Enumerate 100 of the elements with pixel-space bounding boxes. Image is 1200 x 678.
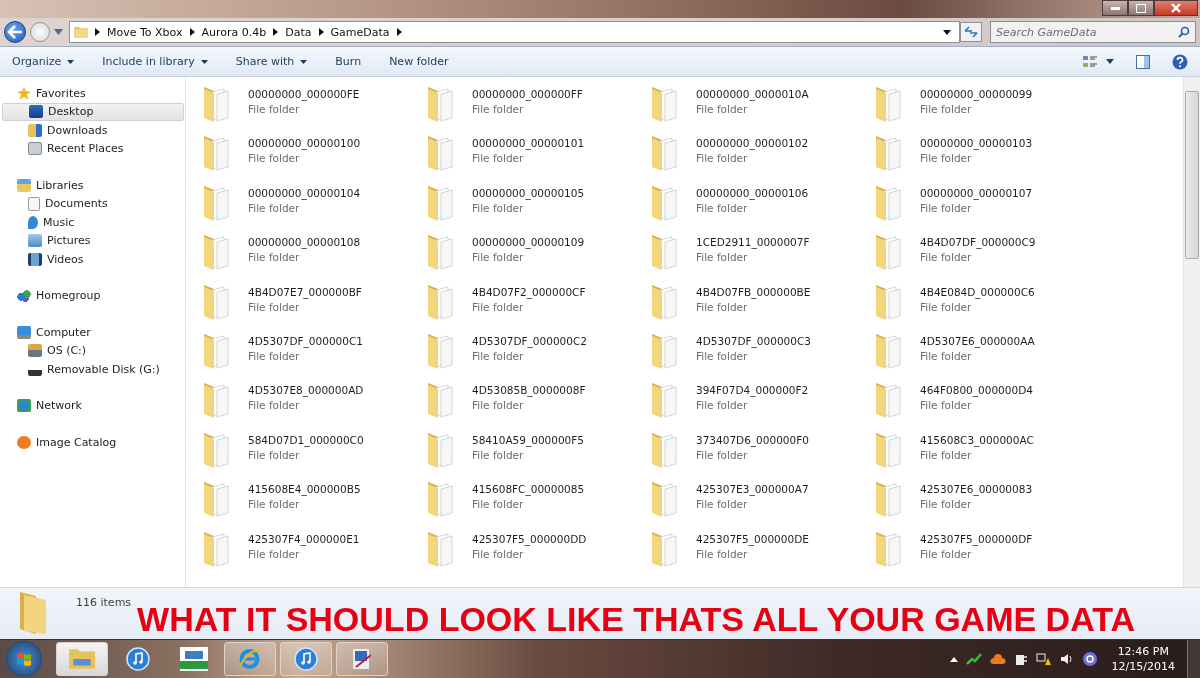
folder-name[interactable]: 373407D6_000000F0: [696, 433, 809, 446]
folder-name[interactable]: 415608C3_000000AC: [920, 433, 1034, 446]
folder-icon: [652, 482, 677, 518]
tray-icon[interactable]: [1081, 651, 1098, 667]
power-icon[interactable]: [1013, 652, 1028, 666]
folder-name[interactable]: 4B4D07F2_000000CF: [472, 285, 586, 298]
breadcrumb[interactable]: Aurora 0.4b: [201, 25, 267, 39]
nav-item[interactable]: Homegroup: [0, 286, 185, 305]
nav-item[interactable]: OS (C:): [2, 341, 185, 360]
folder-name[interactable]: 4D5307DF_000000C3: [696, 334, 811, 347]
dropdown-icon[interactable]: [943, 29, 951, 35]
toolbar-button[interactable]: Include in library: [96, 52, 214, 71]
folder-name[interactable]: 00000000_00000106: [696, 186, 809, 199]
folder-name[interactable]: 00000000_00000105: [472, 186, 585, 199]
search-field[interactable]: Search GameData: [990, 21, 1196, 43]
toolbar-button[interactable]: New folder: [383, 52, 455, 71]
chevron-icon[interactable]: [273, 28, 279, 36]
nav-item[interactable]: Image Catalog: [0, 433, 185, 452]
folder-name[interactable]: 00000000_00000103: [920, 137, 1033, 150]
back-button[interactable]: [4, 21, 26, 43]
folder-name[interactable]: 425307F5_000000DF: [920, 532, 1033, 545]
taskbar-app[interactable]: [336, 642, 388, 676]
scrollbar[interactable]: [1183, 77, 1200, 587]
nav-item[interactable]: Libraries: [0, 176, 185, 195]
start-button[interactable]: [6, 641, 42, 677]
folder-icon: [428, 87, 453, 122]
breadcrumb[interactable]: Data: [285, 25, 312, 39]
folder-name[interactable]: 4D5307E6_000000AA: [920, 334, 1035, 347]
dropdown-icon[interactable]: [1106, 59, 1114, 64]
folder-name[interactable]: 00000000_00000107: [920, 186, 1033, 199]
address-bar[interactable]: Move To Xbox Aurora 0.4b Data GameData: [69, 21, 960, 43]
close-button[interactable]: [1154, 0, 1198, 16]
refresh-button[interactable]: [960, 22, 982, 42]
nav-item[interactable]: Documents: [2, 194, 185, 213]
show-hidden-icons-icon[interactable]: [949, 656, 958, 662]
folder-name[interactable]: 00000000_00000108: [248, 236, 361, 249]
nav-item[interactable]: Videos: [2, 250, 185, 269]
nav-item[interactable]: Desktop: [2, 102, 184, 121]
folder-name[interactable]: 4B4D07DF_000000C9: [920, 236, 1036, 249]
view-options-icon[interactable]: [1082, 54, 1098, 69]
folder-name[interactable]: 4D53085B_0000008F: [472, 384, 586, 397]
folder-name[interactable]: 00000000_00000104: [248, 186, 361, 199]
folder-name[interactable]: 00000000_00000100: [248, 137, 361, 150]
tray-icon[interactable]: [965, 652, 982, 666]
chevron-icon[interactable]: [318, 28, 324, 36]
folder-name[interactable]: 425307E6_00000083: [920, 483, 1033, 496]
folder-name[interactable]: 425307E3_000000A7: [696, 483, 809, 496]
show-desktop-button[interactable]: [1187, 640, 1200, 678]
toolbar-button[interactable]: Organize: [6, 52, 81, 71]
cloud-icon[interactable]: [989, 653, 1006, 665]
nav-item[interactable]: Network: [0, 396, 185, 415]
folder-name[interactable]: 00000000_00000109: [472, 236, 585, 249]
nav-item[interactable]: Computer: [0, 323, 185, 342]
folder-name[interactable]: 00000000_00000101: [472, 137, 585, 150]
preview-pane-icon[interactable]: [1136, 54, 1150, 69]
taskbar-app[interactable]: [56, 642, 108, 676]
folder-name[interactable]: 425307F5_000000DD: [472, 532, 587, 545]
volume-icon[interactable]: [1059, 652, 1074, 666]
folder-name[interactable]: 394F07D4_000000F2: [696, 384, 809, 397]
folder-name[interactable]: 4B4D07FB_000000BE: [696, 285, 811, 298]
folder-name[interactable]: 415608FC_00000085: [472, 483, 585, 496]
folder-name[interactable]: 1CED2911_0000007F: [696, 236, 810, 249]
nav-item[interactable]: Downloads: [2, 121, 185, 140]
folder-name[interactable]: 425307F4_000000E1: [248, 532, 360, 545]
network-warning-icon[interactable]: [1035, 652, 1052, 666]
folder-name[interactable]: 00000000_00000102: [696, 137, 809, 150]
folder-name[interactable]: 415608E4_000000B5: [248, 483, 361, 496]
taskbar-app[interactable]: [280, 642, 332, 676]
nav-item[interactable]: Music: [2, 213, 185, 232]
folder-type: File folder: [472, 547, 525, 560]
folder-name[interactable]: 4B4D07E7_000000BF: [248, 285, 362, 298]
chevron-icon[interactable]: [189, 28, 195, 36]
breadcrumb[interactable]: GameData: [330, 25, 390, 39]
toolbar-button[interactable]: Burn: [329, 52, 368, 71]
folder-name[interactable]: 00000000_00000099: [920, 88, 1033, 100]
folder-name[interactable]: 4D5307DF_000000C2: [472, 334, 587, 347]
folder-name[interactable]: 58410A59_000000F5: [472, 433, 584, 446]
restore-button[interactable]: [1128, 0, 1154, 16]
help-icon[interactable]: [1172, 53, 1188, 70]
breadcrumb[interactable]: Move To Xbox: [107, 25, 183, 39]
folder-name[interactable]: 4D5307DF_000000C1: [248, 334, 363, 347]
nav-item[interactable]: Recent Places: [2, 139, 185, 158]
clock[interactable]: 12:46 PM 12/15/2014: [1111, 644, 1175, 674]
chevron-icon[interactable]: [95, 28, 100, 36]
folder-name[interactable]: 584D07D1_000000C0: [248, 433, 364, 446]
folder-name[interactable]: 00000000_000000FF: [472, 88, 583, 100]
history-dropdown-icon[interactable]: [54, 29, 63, 35]
folder-name[interactable]: 00000000_000000FE: [248, 88, 360, 100]
nav-item[interactable]: Pictures: [2, 231, 185, 250]
nav-item[interactable]: Favorites: [0, 84, 185, 103]
toolbar-button[interactable]: Share with: [229, 52, 314, 71]
folder-name[interactable]: 00000000_0000010A: [696, 88, 809, 100]
chevron-icon[interactable]: [396, 28, 402, 36]
nav-item[interactable]: Removable Disk (G:): [2, 360, 185, 379]
folder-name[interactable]: 425307F5_000000DE: [696, 532, 809, 545]
folder-name[interactable]: 464F0800_000000D4: [920, 384, 1033, 397]
minimize-button[interactable]: [1102, 0, 1128, 16]
folder-name[interactable]: 4B4E084D_000000C6: [920, 285, 1035, 298]
folder-icon: [20, 592, 46, 634]
folder-name[interactable]: 4D5307E8_000000AD: [248, 384, 364, 397]
